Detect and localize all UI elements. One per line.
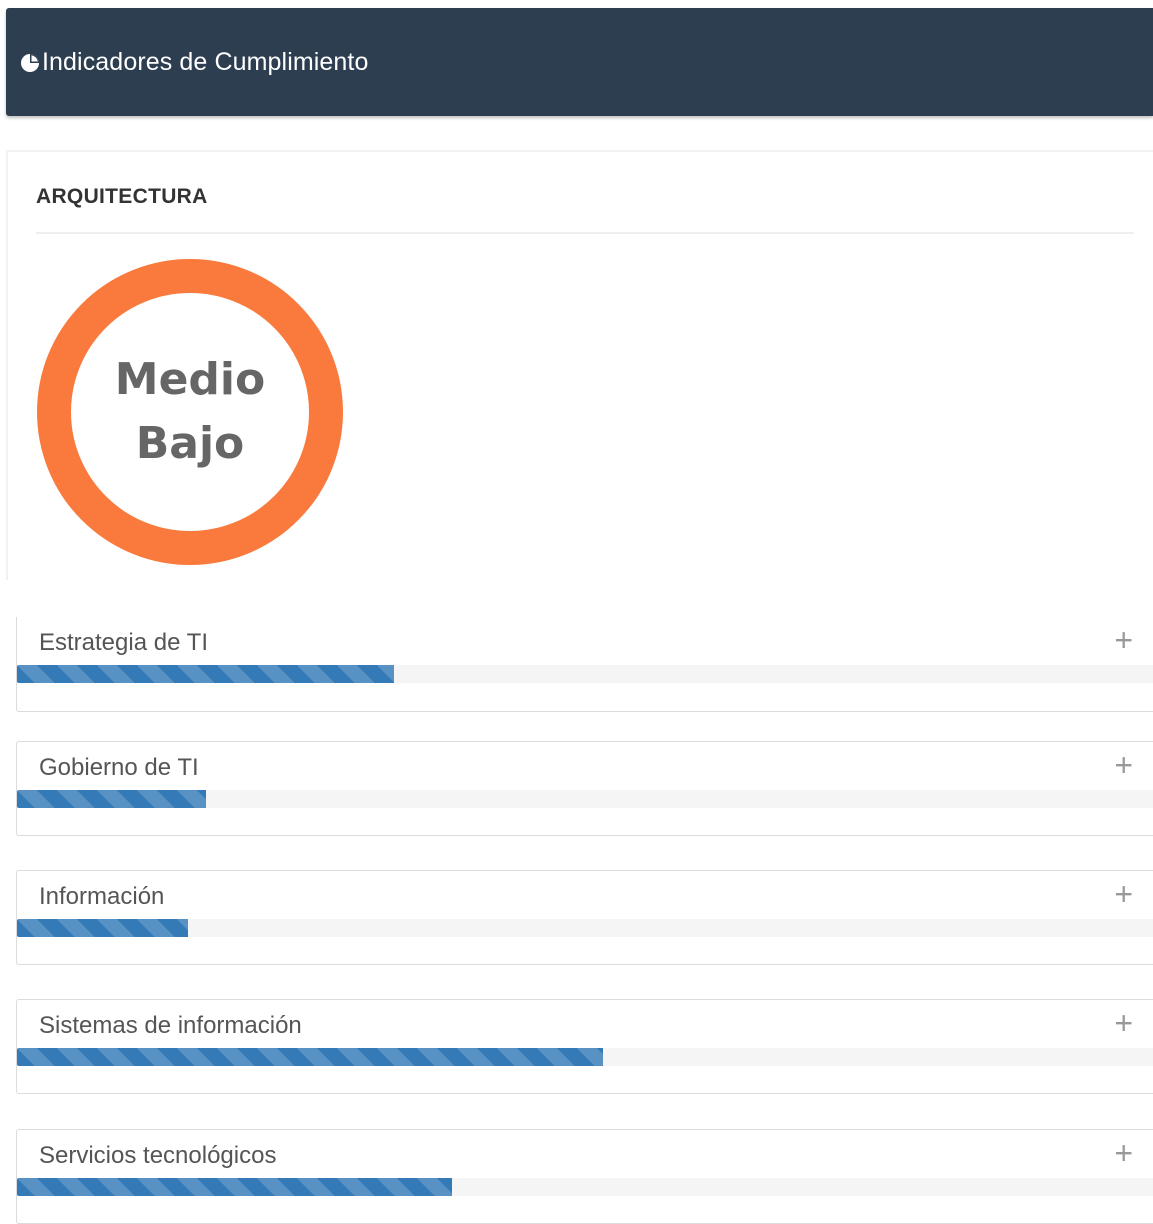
- indicator-item-gobierno[interactable]: Gobierno de TI +: [16, 741, 1153, 836]
- progress-track: [17, 919, 1153, 937]
- plus-icon[interactable]: +: [1114, 624, 1133, 656]
- gauge-label-line2: Bajo: [135, 418, 245, 469]
- architecture-panel: ARQUITECTURA Medio Bajo: [6, 150, 1153, 580]
- indicator-label: Gobierno de TI: [39, 754, 199, 781]
- indicator-label: Estrategia de TI: [39, 629, 208, 656]
- indicator-label: Servicios tecnológicos: [39, 1142, 277, 1169]
- panel-divider: [36, 232, 1134, 234]
- progress-bar: [17, 1048, 603, 1066]
- gauge-label: Medio Bajo: [36, 258, 344, 566]
- page-header: Indicadores de Cumplimiento: [6, 8, 1153, 116]
- indicator-label: Información: [39, 883, 165, 910]
- indicator-item-estrategia[interactable]: Estrategia de TI +: [16, 617, 1153, 712]
- progress-track: [17, 665, 1153, 683]
- indicator-item-informacion[interactable]: Información +: [16, 870, 1153, 965]
- progress-track: [17, 1048, 1153, 1066]
- gauge-label-line1: Medio: [114, 354, 266, 405]
- progress-bar: [17, 665, 395, 683]
- panel-title: ARQUITECTURA: [36, 185, 208, 208]
- progress-track: [17, 1178, 1153, 1196]
- compliance-gauge: Medio Bajo: [36, 258, 344, 566]
- indicator-label: Sistemas de información: [39, 1012, 302, 1039]
- pie-chart-icon: [20, 53, 40, 73]
- plus-icon[interactable]: +: [1114, 1007, 1133, 1039]
- indicator-item-servicios[interactable]: Servicios tecnológicos +: [16, 1129, 1153, 1224]
- indicator-item-sistemas[interactable]: Sistemas de información +: [16, 999, 1153, 1094]
- progress-bar: [17, 1178, 453, 1196]
- progress-bar: [17, 790, 206, 808]
- page-title: Indicadores de Cumplimiento: [42, 47, 369, 76]
- plus-icon[interactable]: +: [1114, 1137, 1133, 1169]
- plus-icon[interactable]: +: [1114, 878, 1133, 910]
- plus-icon[interactable]: +: [1114, 749, 1133, 781]
- progress-track: [17, 790, 1153, 808]
- progress-bar: [17, 919, 188, 937]
